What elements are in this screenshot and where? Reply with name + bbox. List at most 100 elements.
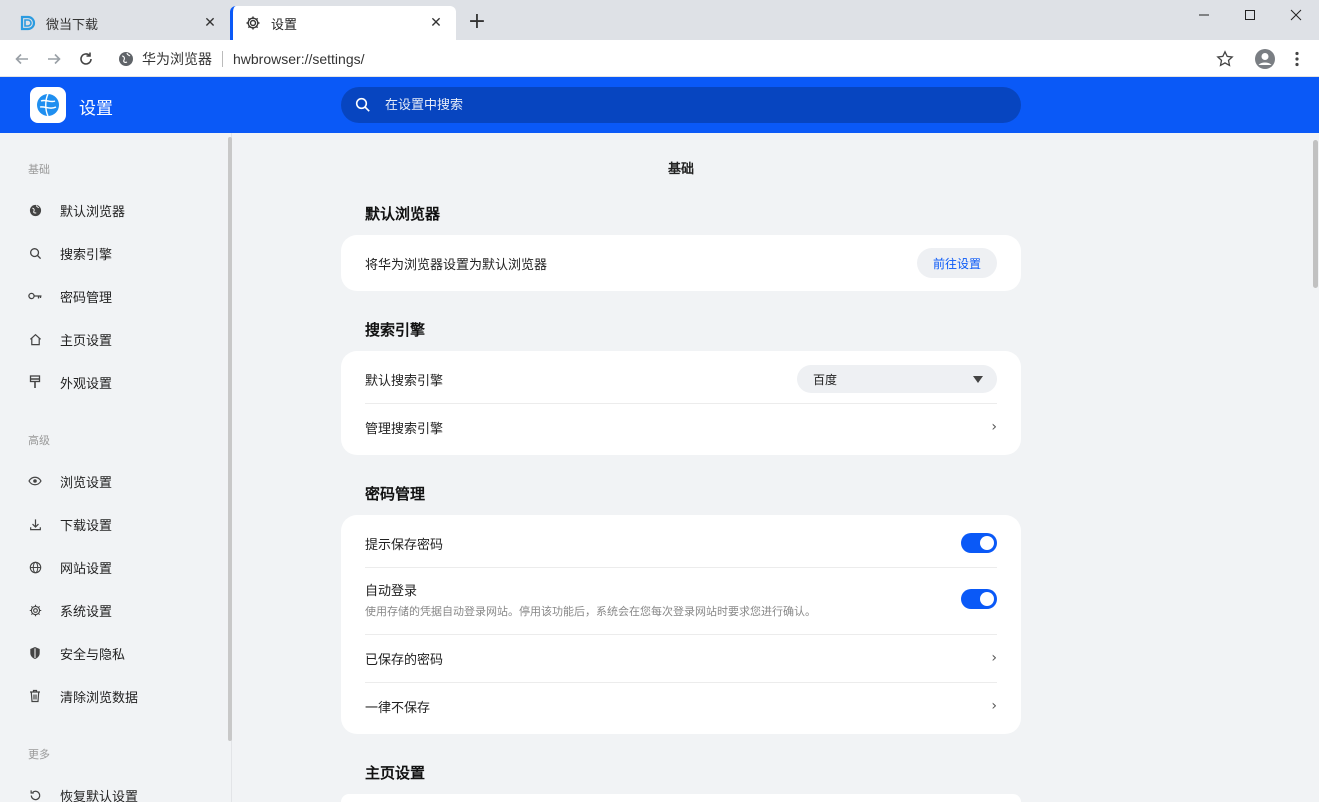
auto-login-row: 自动登录 使用存储的凭据自动登录网站。停用该功能后，系统会在您每次登录网站时要求…: [365, 577, 997, 621]
home-icon: [28, 332, 42, 346]
maximize-button[interactable]: [1227, 0, 1273, 30]
key-icon: [28, 289, 42, 303]
sidebar-item-label: 清除浏览数据: [60, 690, 139, 706]
sidebar-item-label: 浏览设置: [60, 475, 113, 491]
sidebar-item-label: 系统设置: [60, 604, 113, 620]
sidebar-item-system[interactable]: 系统设置: [28, 595, 218, 625]
divider: [222, 50, 223, 67]
sidebar-item-label: 安全与隐私: [60, 647, 126, 663]
gear-icon: [245, 15, 261, 31]
brush-icon: [28, 375, 42, 389]
homepage-title: 主页设置: [365, 764, 426, 782]
tab-weidown[interactable]: 微当下载 ✕: [8, 6, 230, 40]
back-button[interactable]: [10, 47, 34, 71]
more-menu-icon[interactable]: [1285, 47, 1309, 71]
sidebar-item-homepage[interactable]: 主页设置: [28, 324, 218, 354]
divider: [365, 682, 997, 683]
minimize-button[interactable]: [1181, 0, 1227, 30]
huawei-browser-logo-icon: [30, 87, 66, 123]
star-icon[interactable]: [1213, 47, 1237, 71]
divider: [365, 634, 997, 635]
never-save-row[interactable]: 一律不保存 ›: [365, 690, 997, 722]
sidebar-item-search-engine[interactable]: 搜索引擎: [28, 238, 218, 268]
tab-title: 设置: [271, 17, 298, 33]
manage-search-engine-row[interactable]: 管理搜索引擎 ›: [365, 411, 997, 443]
url-text[interactable]: hwbrowser://settings/: [233, 51, 365, 67]
search-engine-title: 搜索引擎: [365, 321, 426, 339]
default-search-engine-label: 默认搜索引擎: [365, 373, 444, 389]
search-icon: [355, 97, 371, 113]
window-close-button[interactable]: [1273, 0, 1319, 30]
never-save-label: 一律不保存: [365, 700, 431, 716]
settings-header: 设置: [0, 77, 1319, 133]
weidown-logo-icon: [20, 15, 36, 31]
tab-title: 微当下载: [46, 17, 99, 33]
main-scrollbar[interactable]: [1313, 140, 1318, 288]
title-bar: 微当下载 ✕ 设置 ✕ +: [0, 0, 1319, 40]
sidebar-item-label: 主页设置: [60, 333, 113, 349]
search-engine-card: 默认搜索引擎 百度 管理搜索引擎 ›: [341, 351, 1021, 455]
prompt-save-row: 提示保存密码: [365, 527, 997, 559]
sidebar-item-label: 搜索引擎: [60, 247, 113, 263]
default-search-engine-row: 默认搜索引擎 百度: [365, 363, 997, 395]
auto-login-toggle[interactable]: [961, 589, 997, 609]
divider: [365, 403, 997, 404]
new-tab-button[interactable]: +: [466, 10, 488, 34]
avatar[interactable]: [1253, 47, 1277, 71]
reload-button[interactable]: [74, 47, 98, 71]
sidebar-item-password[interactable]: 密码管理: [28, 281, 218, 311]
sidebar-item-website[interactable]: 网站设置: [28, 552, 218, 582]
sidebar-item-security[interactable]: 安全与隐私: [28, 638, 218, 668]
sidebar-group-basic: 基础: [28, 163, 50, 176]
site-name: 华为浏览器: [142, 51, 212, 68]
omnibox[interactable]: 华为浏览器 hwbrowser://settings/: [108, 45, 1246, 72]
default-browser-card: 将华为浏览器设置为默认浏览器 前往设置: [341, 235, 1021, 291]
close-icon[interactable]: ✕: [428, 15, 444, 31]
password-card: 提示保存密码 自动登录 使用存储的凭据自动登录网站。停用该功能后，系统会在您每次…: [341, 515, 1021, 734]
go-settings-button[interactable]: 前往设置: [917, 248, 997, 278]
homepage-card: [341, 794, 1021, 802]
download-icon: [28, 517, 42, 531]
default-browser-label: 将华为浏览器设置为默认浏览器: [365, 257, 548, 273]
sidebar-item-label: 恢复默认设置: [60, 789, 139, 802]
search-engine-value: 百度: [813, 372, 838, 387]
sidebar-item-label: 密码管理: [60, 290, 113, 306]
saved-passwords-row[interactable]: 已保存的密码 ›: [365, 642, 997, 674]
saved-passwords-label: 已保存的密码: [365, 652, 444, 668]
toggle-knob: [980, 592, 994, 606]
sidebar-item-label: 下载设置: [60, 518, 113, 534]
eye-icon: [28, 474, 42, 488]
sidebar-item-appearance[interactable]: 外观设置: [28, 367, 218, 397]
gear-icon: [28, 603, 42, 617]
address-bar: 华为浏览器 hwbrowser://settings/: [0, 40, 1319, 77]
site-globe-icon: [118, 51, 134, 67]
globe-grid-icon: [28, 560, 42, 574]
trash-icon: [28, 689, 42, 703]
tab-settings[interactable]: 设置 ✕: [230, 6, 456, 40]
sidebar-item-clear-data[interactable]: 清除浏览数据: [28, 681, 218, 711]
prompt-save-toggle[interactable]: [961, 533, 997, 553]
globe-icon: [28, 203, 42, 217]
prompt-save-label: 提示保存密码: [365, 537, 444, 553]
search-input[interactable]: [385, 97, 985, 113]
sidebar-item-default-browser[interactable]: 默认浏览器: [28, 195, 218, 225]
manage-search-engine-label: 管理搜索引擎: [365, 421, 444, 437]
restore-icon: [28, 788, 42, 802]
chevron-right-icon: ›: [991, 698, 997, 714]
close-icon[interactable]: ✕: [202, 15, 218, 31]
sidebar-item-label: 网站设置: [60, 561, 113, 577]
search-icon: [28, 246, 42, 260]
password-title: 密码管理: [365, 485, 426, 503]
site-info[interactable]: 华为浏览器: [118, 49, 212, 69]
auto-login-description: 使用存储的凭据自动登录网站。停用该功能后，系统会在您每次登录网站时要求您进行确认…: [365, 604, 816, 618]
chevron-right-icon: ›: [991, 419, 997, 435]
settings-search[interactable]: [341, 87, 1021, 123]
sidebar-item-browsing[interactable]: 浏览设置: [28, 466, 218, 496]
forward-button[interactable]: [42, 47, 66, 71]
sidebar-item-download[interactable]: 下载设置: [28, 509, 218, 539]
sidebar-item-restore-defaults[interactable]: 恢复默认设置: [28, 780, 218, 802]
chevron-right-icon: ›: [991, 650, 997, 666]
search-engine-select[interactable]: 百度: [797, 365, 997, 393]
sidebar-item-label: 默认浏览器: [60, 204, 126, 220]
default-browser-row: 将华为浏览器设置为默认浏览器 前往设置: [365, 247, 997, 279]
